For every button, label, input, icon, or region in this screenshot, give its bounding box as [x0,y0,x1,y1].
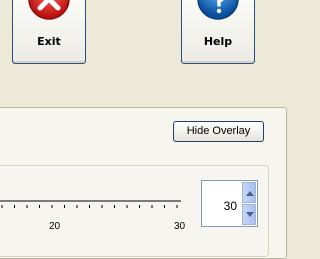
help-icon [197,0,239,20]
tick-label-30: 30 [174,221,186,232]
tick-label-20: 20 [49,221,61,232]
help-button[interactable]: Help [181,0,255,64]
slider-scale[interactable] [0,196,190,220]
spin-down-button[interactable] [242,204,256,225]
value-spinner[interactable]: 30 [201,180,258,227]
spinner-value[interactable]: 30 [224,199,237,213]
exit-icon [28,0,70,20]
arrow-up-icon [246,191,254,196]
hide-overlay-button[interactable]: Hide Overlay [173,121,264,142]
arrow-down-icon [246,212,254,217]
exit-label: Exit [37,35,61,48]
help-label: Help [203,35,233,48]
exit-button[interactable]: Exit [12,0,86,64]
spin-up-button[interactable] [242,182,256,203]
